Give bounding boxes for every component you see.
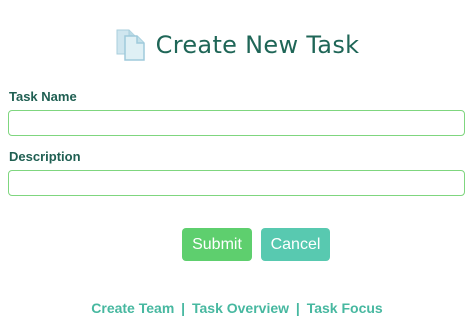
submit-button[interactable]: Submit xyxy=(182,228,252,261)
create-team-link[interactable]: Create Team xyxy=(91,300,174,316)
description-label: Description xyxy=(9,149,81,164)
create-task-page: Create New Task Task Name Description Su… xyxy=(0,0,474,336)
task-overview-link[interactable]: Task Overview xyxy=(192,300,289,316)
description-input[interactable] xyxy=(8,170,465,196)
link-separator: | xyxy=(295,300,300,316)
link-separator: | xyxy=(181,300,186,316)
cancel-button[interactable]: Cancel xyxy=(261,228,330,261)
task-focus-link[interactable]: Task Focus xyxy=(307,300,383,316)
task-name-label: Task Name xyxy=(9,89,77,104)
footer-nav: Create Team | Task Overview | Task Focus xyxy=(0,300,474,316)
documents-icon xyxy=(115,27,147,61)
page-header: Create New Task xyxy=(0,24,474,64)
page-title: Create New Task xyxy=(155,31,360,59)
task-name-input[interactable] xyxy=(8,110,465,136)
